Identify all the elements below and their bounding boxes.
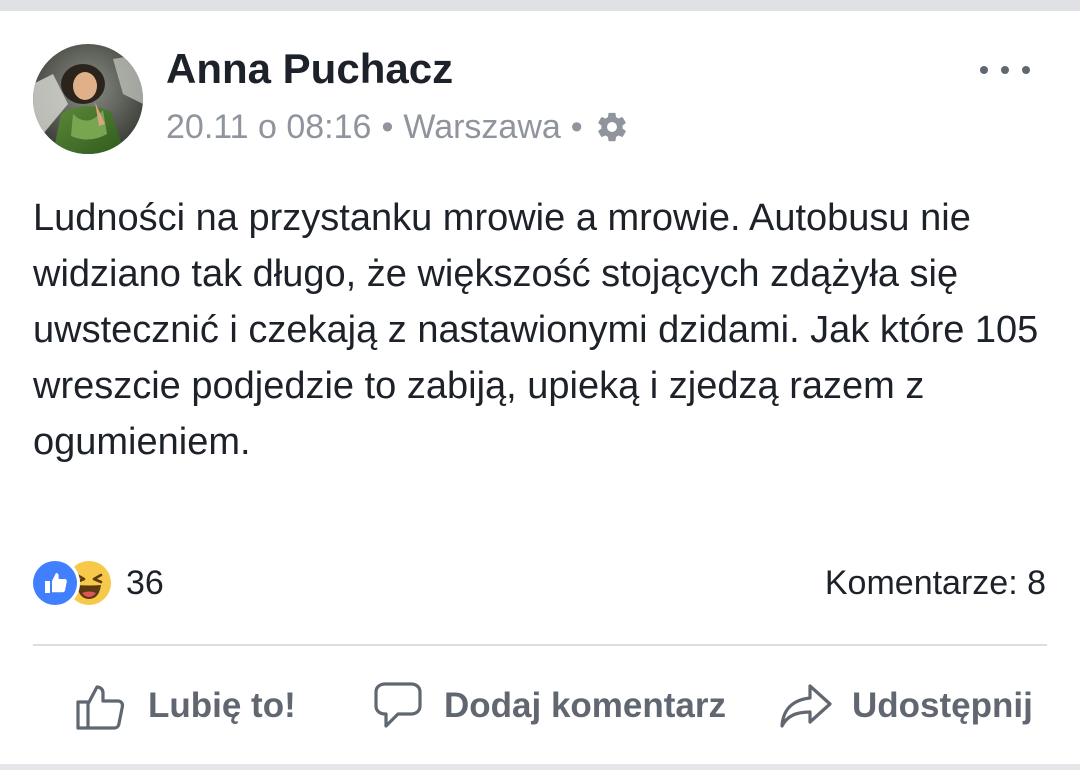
post-text: Ludności na przystanku mrowie a mrowie. … <box>33 197 1039 463</box>
reactions-summary[interactable]: 36 <box>30 558 164 608</box>
post-timestamp[interactable]: 20.11 o 08:16 <box>166 108 371 147</box>
top-separator <box>0 0 1080 11</box>
meta-separator: • <box>570 107 583 146</box>
like-reaction-icon <box>30 558 80 608</box>
avatar[interactable] <box>33 44 143 154</box>
author-name[interactable]: Anna Puchacz <box>166 44 453 94</box>
share-arrow-icon <box>778 678 834 734</box>
post-meta: 20.11 o 08:16 • Warszawa • <box>166 104 629 150</box>
more-dots-icon[interactable] <box>980 56 1030 84</box>
share-label: Udostępnij <box>852 686 1033 725</box>
like-label: Lubię to! <box>148 686 296 725</box>
comments-count[interactable]: Komentarze: 8 <box>825 558 1046 608</box>
meta-separator: • <box>381 107 394 146</box>
dot <box>1001 66 1009 74</box>
thumbs-up-icon <box>74 678 130 734</box>
reaction-count: 36 <box>126 563 164 602</box>
divider <box>33 644 1047 646</box>
share-button[interactable]: Udostępnij <box>778 676 1033 736</box>
post-location[interactable]: Warszawa <box>403 108 560 147</box>
dot <box>1022 66 1030 74</box>
gear-icon <box>595 110 629 144</box>
dot <box>980 66 988 74</box>
bottom-separator <box>0 764 1080 770</box>
comment-label: Dodaj komentarz <box>444 686 726 725</box>
comment-button[interactable]: Dodaj komentarz <box>370 676 726 736</box>
like-button[interactable]: Lubię to! <box>74 676 296 736</box>
speech-bubble-icon <box>370 678 426 734</box>
